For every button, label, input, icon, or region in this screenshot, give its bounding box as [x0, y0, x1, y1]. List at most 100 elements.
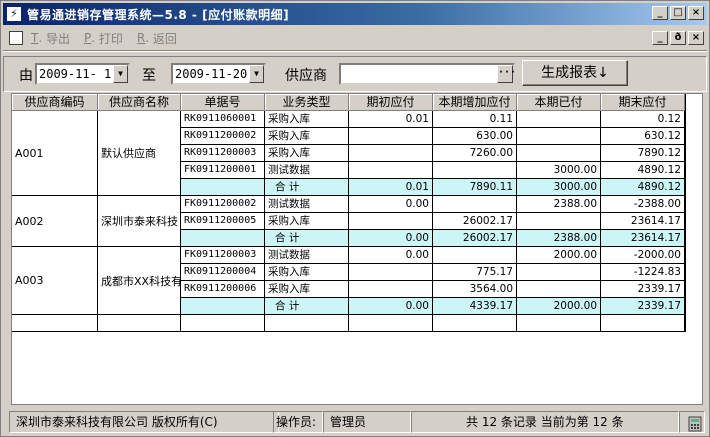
table-cell: RK0911200005 — [181, 213, 265, 230]
table-cell: 采购入库 — [265, 213, 349, 230]
column-header: 本期增加应付 — [433, 94, 517, 111]
table-cell: -1224.83 — [601, 264, 685, 281]
supplier-input[interactable]: ··· — [339, 63, 516, 85]
table-cell: 630.00 — [433, 128, 517, 145]
table-cell — [517, 145, 601, 162]
total-cell: 合 计 — [265, 230, 349, 247]
supplier-code-cell: A002 — [12, 196, 98, 247]
minimize-button[interactable]: _ — [652, 6, 668, 20]
supplier-code-cell: A001 — [12, 111, 98, 196]
to-label: 至 — [142, 68, 156, 84]
table-cell: 0.12 — [601, 111, 685, 128]
ellipsis-icon[interactable]: ··· — [497, 65, 516, 83]
status-records: 共 12 条记录 当前为第 12 条 — [411, 411, 679, 433]
empty-row-cell — [517, 315, 601, 332]
table-cell — [433, 247, 517, 264]
app-icon: ⚡ — [7, 7, 21, 21]
mdi-close-button[interactable]: × — [688, 31, 704, 45]
calculator-icon — [688, 416, 702, 432]
table-cell: 2000.00 — [517, 247, 601, 264]
table-cell — [433, 162, 517, 179]
table-cell — [349, 162, 433, 179]
table-cell: 0.00 — [349, 247, 433, 264]
total-cell: 23614.17 — [601, 230, 685, 247]
status-operator-label: 操作员: — [273, 411, 323, 433]
table-cell: 2339.17 — [601, 281, 685, 298]
status-indicator — [679, 411, 705, 433]
maximize-button[interactable]: □ — [670, 6, 686, 20]
table-cell — [349, 145, 433, 162]
from-date-value: 2009-11- 1 — [39, 67, 112, 81]
total-cell — [181, 230, 265, 247]
app-window: ⚡ 管易通进销存管理系统—5.8 - [应付账款明细] _ □ × T. 导出 … — [0, 0, 710, 437]
table-cell: RK0911060001 — [181, 111, 265, 128]
table-cell: 7260.00 — [433, 145, 517, 162]
column-header: 单据号 — [181, 94, 265, 111]
table-cell: 采购入库 — [265, 128, 349, 145]
column-header: 期初应付 — [349, 94, 433, 111]
menu-bar: T. 导出 P. 打印 R. 返回 — [3, 27, 707, 49]
generate-report-button[interactable]: 生成报表↓ — [522, 60, 628, 86]
table-cell: RK0911200004 — [181, 264, 265, 281]
table-cell: FK0911200002 — [181, 196, 265, 213]
table-cell: 测试数据 — [265, 247, 349, 264]
table-cell: 测试数据 — [265, 196, 349, 213]
total-cell: 合 计 — [265, 179, 349, 196]
table-cell: 0.01 — [349, 111, 433, 128]
table-cell — [349, 128, 433, 145]
menu-separator — [3, 50, 707, 52]
mdi-minimize-button[interactable]: _ — [652, 31, 668, 45]
menu-export[interactable]: T. 导出 — [31, 30, 70, 47]
table-cell — [517, 264, 601, 281]
title-bar: ⚡ 管易通进销存管理系统—5.8 - [应付账款明细] _ □ × — [3, 3, 707, 25]
table-cell — [349, 264, 433, 281]
from-date-combo[interactable]: 2009-11- 1 ▼ — [35, 63, 130, 85]
total-cell — [181, 298, 265, 315]
supplier-name-cell: 成都市XX科技有 — [98, 247, 181, 315]
total-cell: 0.00 — [349, 230, 433, 247]
mdi-restore-button[interactable]: ð — [670, 31, 686, 45]
column-header: 供应商名称 — [98, 94, 181, 111]
to-date-combo[interactable]: 2009-11-20 ▼ — [171, 63, 266, 85]
total-cell: 2339.17 — [601, 298, 685, 315]
table-cell: 采购入库 — [265, 264, 349, 281]
table-cell — [517, 281, 601, 298]
table-cell — [433, 196, 517, 213]
menu-print[interactable]: P. 打印 — [84, 30, 123, 47]
table-cell: RK0911200003 — [181, 145, 265, 162]
status-bar: 深圳市泰来科技有限公司 版权所有(C) 操作员: 管理员 共 12 条记录 当前… — [3, 410, 707, 434]
report-table: 供应商编码 供应商名称 单据号 业务类型 期初应付 本期增加应付 本期已付 期末应付 A001 默… — [11, 93, 703, 405]
empty-row-cell — [12, 315, 98, 332]
table-cell: 3000.00 — [517, 162, 601, 179]
chevron-down-icon[interactable]: ▼ — [113, 65, 128, 83]
empty-row-cell — [181, 315, 265, 332]
table-cell: 测试数据 — [265, 162, 349, 179]
empty-row-cell — [265, 315, 349, 332]
column-header: 本期已付 — [517, 94, 601, 111]
chevron-down-icon[interactable]: ▼ — [249, 65, 264, 83]
total-cell — [181, 179, 265, 196]
total-cell: 0.00 — [349, 298, 433, 315]
table-cell: 23614.17 — [601, 213, 685, 230]
table-cell: 0.11 — [433, 111, 517, 128]
supplier-code-cell: A003 — [12, 247, 98, 315]
column-header: 供应商编码 — [12, 94, 98, 111]
document-icon — [9, 31, 23, 45]
empty-row-cell — [601, 315, 685, 332]
total-cell: 合 计 — [265, 298, 349, 315]
menu-return[interactable]: R. 返回 — [137, 30, 177, 47]
total-cell: 4339.17 — [433, 298, 517, 315]
table-cell: -2388.00 — [601, 196, 685, 213]
total-cell: 7890.11 — [433, 179, 517, 196]
table-cell: -2000.00 — [601, 247, 685, 264]
total-cell: 3000.00 — [517, 179, 601, 196]
table-cell: 3564.00 — [433, 281, 517, 298]
table-cell: 26002.17 — [433, 213, 517, 230]
table-cell — [517, 111, 601, 128]
table-cell: FK0911200003 — [181, 247, 265, 264]
table-cell — [517, 213, 601, 230]
window-title: 管易通进销存管理系统—5.8 - [应付账款明细] — [27, 7, 290, 22]
close-button[interactable]: × — [688, 6, 704, 20]
status-company: 深圳市泰来科技有限公司 版权所有(C) — [9, 411, 279, 433]
total-cell: 0.01 — [349, 179, 433, 196]
